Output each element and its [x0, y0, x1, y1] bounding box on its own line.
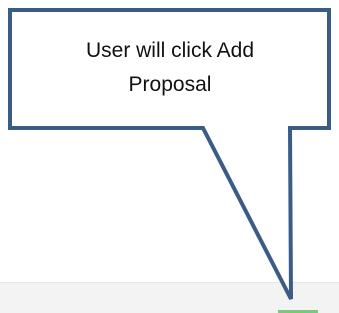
callout-text: User will click Add Proposal: [85, 39, 255, 96]
screen: User will click Add Proposal: [0, 0, 339, 313]
